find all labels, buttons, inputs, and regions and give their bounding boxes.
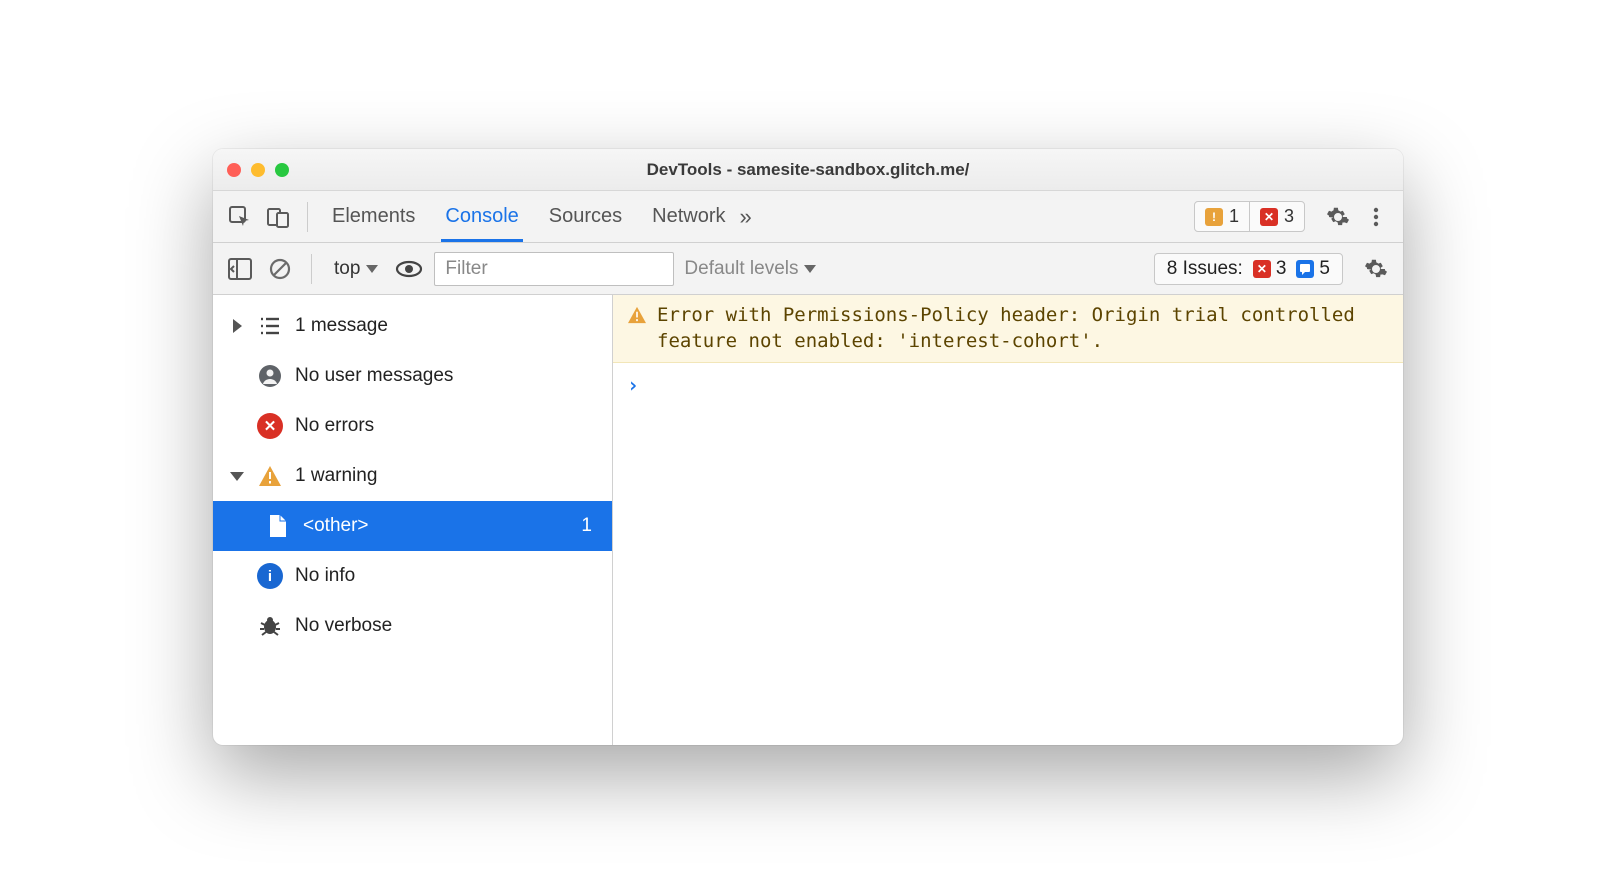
settings-icon[interactable] xyxy=(1323,202,1353,232)
device-toolbar-icon[interactable] xyxy=(263,202,293,232)
live-expression-icon[interactable] xyxy=(394,254,424,284)
issues-err-count: 3 xyxy=(1276,258,1287,280)
sidebar-item-label: <other> xyxy=(303,515,369,537)
panel-tabs: Elements Console Sources Network xyxy=(332,191,726,242)
sidebar-item-count: 1 xyxy=(581,515,600,537)
error-icon: ✕ xyxy=(1260,208,1278,226)
warning-icon: ! xyxy=(1205,208,1223,226)
console-prompt[interactable]: › xyxy=(613,363,1403,407)
error-warning-badges: ! 1 ✕ 3 xyxy=(1194,201,1305,232)
warning-text: Error with Permissions-Policy header: Or… xyxy=(657,303,1389,354)
divider xyxy=(307,202,308,232)
clear-console-icon[interactable] xyxy=(265,254,295,284)
main-tabbar: Elements Console Sources Network » ! 1 ✕… xyxy=(213,191,1403,243)
toggle-sidebar-icon[interactable] xyxy=(225,254,255,284)
tab-elements[interactable]: Elements xyxy=(332,191,415,242)
sidebar-item-label: No user messages xyxy=(295,365,453,387)
expand-icon xyxy=(233,319,242,333)
errors-badge[interactable]: ✕ 3 xyxy=(1249,202,1304,231)
inspect-element-icon[interactable] xyxy=(225,202,255,232)
info-icon: i xyxy=(257,563,283,589)
sidebar-item-label: No verbose xyxy=(295,615,392,637)
console-main: Error with Permissions-Policy header: Or… xyxy=(613,295,1403,745)
console-settings-icon[interactable] xyxy=(1361,254,1391,284)
warnings-badge[interactable]: ! 1 xyxy=(1195,202,1249,231)
warning-icon xyxy=(257,463,283,489)
console-content: 1 message No user messages ✕ No errors xyxy=(213,295,1403,745)
chevron-down-icon xyxy=(366,265,378,273)
context-selector[interactable]: top xyxy=(328,258,384,280)
user-icon xyxy=(257,363,283,389)
divider xyxy=(311,254,312,284)
bug-icon xyxy=(257,613,283,639)
chevron-down-icon xyxy=(804,265,816,273)
info-icon xyxy=(1296,260,1314,278)
console-sidebar: 1 message No user messages ✕ No errors xyxy=(213,295,613,745)
sidebar-item-messages[interactable]: 1 message xyxy=(213,301,612,351)
issues-info-count: 5 xyxy=(1319,258,1330,280)
console-warning-message[interactable]: Error with Permissions-Policy header: Or… xyxy=(613,295,1403,363)
sidebar-item-user-messages[interactable]: No user messages xyxy=(213,351,612,401)
tab-sources[interactable]: Sources xyxy=(549,191,622,242)
warning-icon xyxy=(627,303,647,324)
sidebar-item-other[interactable]: <other> 1 xyxy=(213,501,612,551)
more-tabs-button[interactable]: » xyxy=(740,204,752,230)
sidebar-item-info[interactable]: i No info xyxy=(213,551,612,601)
sidebar-item-label: 1 message xyxy=(295,315,388,337)
list-icon xyxy=(257,313,283,339)
more-options-icon[interactable] xyxy=(1361,202,1391,232)
window-title: DevTools - samesite-sandbox.glitch.me/ xyxy=(213,160,1403,180)
sidebar-item-label: No info xyxy=(295,565,355,587)
tab-console[interactable]: Console xyxy=(445,191,518,242)
sidebar-item-warnings[interactable]: 1 warning xyxy=(213,451,612,501)
console-filterbar: top Default levels 8 Issues: ✕ 3 5 xyxy=(213,243,1403,295)
issues-label: 8 Issues: xyxy=(1167,258,1243,280)
error-icon: ✕ xyxy=(1253,260,1271,278)
log-levels-selector[interactable]: Default levels xyxy=(684,258,816,280)
file-icon xyxy=(265,513,291,539)
collapse-icon xyxy=(230,472,244,481)
sidebar-item-label: 1 warning xyxy=(295,465,377,487)
sidebar-item-label: No errors xyxy=(295,415,374,437)
levels-label: Default levels xyxy=(684,258,798,280)
titlebar: DevTools - samesite-sandbox.glitch.me/ xyxy=(213,149,1403,191)
error-icon: ✕ xyxy=(257,413,283,439)
console-filter-input[interactable] xyxy=(434,252,674,286)
errors-count: 3 xyxy=(1284,206,1294,227)
devtools-window: DevTools - samesite-sandbox.glitch.me/ E… xyxy=(213,149,1403,745)
sidebar-item-errors[interactable]: ✕ No errors xyxy=(213,401,612,451)
tab-network[interactable]: Network xyxy=(652,191,725,242)
issues-button[interactable]: 8 Issues: ✕ 3 5 xyxy=(1154,253,1343,285)
sidebar-item-verbose[interactable]: No verbose xyxy=(213,601,612,651)
warnings-count: 1 xyxy=(1229,206,1239,227)
context-label: top xyxy=(334,258,360,280)
